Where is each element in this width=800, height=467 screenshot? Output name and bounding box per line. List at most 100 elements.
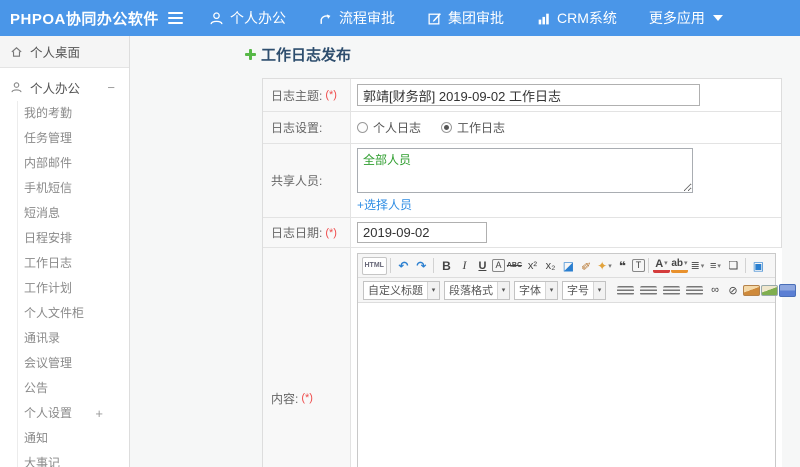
nav-item-more-apps[interactable]: 更多应用	[649, 8, 723, 28]
screenshot-icon[interactable]	[760, 284, 778, 296]
media-icon[interactable]	[778, 283, 796, 297]
sidebar-item-contacts[interactable]: 通讯录	[18, 326, 129, 351]
sidebar-item-task-management[interactable]: 任务管理	[18, 126, 129, 151]
log-date-input[interactable]	[357, 222, 487, 243]
editor-toolbar-row1: HTML ↶ ↷ B I U A ABC x² x₂ ◪ ✏ ✦ ▾ ❝ T A ▾ ab ▾ ≣ ▾ ≡ ▾ ❏ ▣	[358, 254, 775, 278]
nav-item-personal-office[interactable]: 个人办公	[209, 8, 286, 28]
app-window: PHPOA协同办公软件 个人办公 流程审批 集团审批 CRM系统 更多应用 个人…	[0, 0, 800, 467]
nav-item-group-approval[interactable]: 集团审批	[427, 8, 504, 28]
editor-canvas[interactable]	[358, 303, 775, 467]
custom-title-dropdown[interactable]: 自定义标题 ▾	[363, 280, 440, 300]
radio-circle-icon[interactable]	[441, 122, 453, 133]
caret-down-icon: ▾	[717, 262, 721, 270]
highlight-icon[interactable]: ab ▾	[670, 258, 688, 273]
editor-toolbar-row2: 自定义标题 ▾ 段落格式 ▾ 字体 ▾ 字号 ▾ ∞ ⊘	[358, 278, 800, 303]
share-members-textarea[interactable]: 全部人员	[357, 148, 693, 193]
format-brush-icon[interactable]: ✏	[574, 253, 599, 278]
workflow-icon	[318, 11, 333, 26]
caret-down-icon: ▾	[593, 281, 605, 299]
sidebar-item-personal-settings[interactable]: 个人设置 +	[18, 401, 129, 426]
user-icon	[209, 11, 224, 26]
radio-circle-icon[interactable]	[357, 122, 368, 133]
redo-icon[interactable]: ↷	[413, 257, 430, 275]
form-row-subject: 日志主题: (*)	[263, 79, 781, 112]
align-left-icon[interactable]	[617, 285, 634, 295]
sidebar-section-personal-office[interactable]: 个人办公 −	[0, 73, 129, 101]
form-row-log-setting: 日志设置: 个人日志 工作日志	[263, 112, 781, 144]
paragraph-format-dropdown[interactable]: 段落格式 ▾	[444, 280, 510, 300]
page-title: 工作日志发布	[244, 44, 351, 65]
sidebar-item-meeting-management[interactable]: 会议管理	[18, 351, 129, 376]
font-size-dropdown[interactable]: 字号 ▾	[562, 280, 606, 300]
align-justify-icon[interactable]	[686, 285, 703, 295]
caret-down-icon: ▾	[700, 262, 705, 270]
align-center-icon[interactable]	[640, 285, 657, 295]
subject-input[interactable]	[357, 84, 700, 106]
brand-logo: PHPOA协同办公软件	[10, 10, 159, 28]
required-mark: (*)	[301, 392, 313, 404]
caret-down-icon: ▾	[608, 262, 612, 270]
sidebar-item-announcement[interactable]: 公告	[18, 376, 129, 401]
blockquote-icon[interactable]: ❝	[614, 257, 631, 275]
top-nav-menu: 个人办公 流程审批 集团审批 CRM系统 更多应用	[209, 8, 723, 28]
user-icon	[10, 81, 23, 94]
caret-down-icon	[712, 15, 723, 21]
rich-text-editor: HTML ↶ ↷ B I U A ABC x² x₂ ◪ ✏ ✦ ▾ ❝ T A ▾ ab ▾ ≣ ▾ ≡ ▾ ❏ ▣ 自定义标题…	[357, 253, 800, 467]
sidebar-item-my-attendance[interactable]: 我的考勤	[18, 101, 129, 126]
sidebar-item-work-log[interactable]: 工作日志	[18, 251, 129, 276]
toolbar-separator	[745, 258, 747, 273]
home-icon	[10, 45, 23, 58]
link-icon[interactable]: ∞	[707, 281, 724, 299]
sidebar-item-personal-desktop[interactable]: 个人桌面	[0, 36, 129, 68]
caret-down-icon: ▾	[545, 281, 557, 299]
fullscreen-icon[interactable]: ▣	[750, 257, 767, 275]
unordered-list-icon[interactable]: ≡ ▾	[707, 257, 724, 275]
image-icon[interactable]	[742, 284, 760, 296]
radio-work-log[interactable]: 工作日志	[441, 119, 505, 136]
subject-label: 日志主题: (*)	[263, 79, 351, 111]
align-right-icon[interactable]	[663, 285, 680, 295]
select-members-link[interactable]: +选择人员	[357, 196, 412, 213]
superscript-icon[interactable]: x²	[524, 257, 541, 275]
undo-icon[interactable]: ↶	[395, 257, 412, 275]
unlink-icon[interactable]: ⊘	[725, 281, 742, 299]
hamburger-icon[interactable]	[168, 12, 183, 24]
nav-item-workflow-approval[interactable]: 流程审批	[318, 8, 395, 28]
italic-icon[interactable]: I	[456, 257, 473, 275]
nav-item-crm-system[interactable]: CRM系统	[536, 8, 617, 28]
font-border-icon[interactable]: A	[491, 259, 505, 272]
sidebar-item-short-message[interactable]: 短消息	[18, 201, 129, 226]
toolbar-separator	[648, 258, 650, 273]
required-mark: (*)	[325, 226, 337, 239]
bar-chart-icon	[536, 11, 551, 26]
table-icon[interactable]: ▦	[797, 281, 800, 299]
subscript-icon[interactable]: x₂	[542, 257, 559, 275]
sidebar-item-schedule[interactable]: 日程安排	[18, 226, 129, 251]
bold-icon[interactable]: B	[438, 257, 455, 275]
sidebar-item-mobile-sms[interactable]: 手机短信	[18, 176, 129, 201]
form-row-log-date: 日志日期: (*)	[263, 218, 781, 248]
new-page-icon[interactable]: ❏	[725, 257, 742, 275]
sidebar-item-internal-mail[interactable]: 内部邮件	[18, 151, 129, 176]
sidebar-item-notification[interactable]: 通知	[18, 426, 129, 451]
underline-icon[interactable]: U	[474, 257, 491, 275]
expand-plus-icon[interactable]: +	[95, 401, 103, 426]
sidebar-item-major-events[interactable]: 大事记	[18, 451, 129, 467]
plus-icon	[244, 48, 257, 61]
sidebar: 个人桌面 个人办公 − 我的考勤 任务管理 内部邮件 手机短信 短消息 日程安排…	[0, 36, 130, 467]
font-family-dropdown[interactable]: 字体 ▾	[514, 280, 558, 300]
sidebar-submenu: 我的考勤 任务管理 内部邮件 手机短信 短消息 日程安排 工作日志 工作计划 个…	[17, 101, 129, 467]
collapse-minus-icon[interactable]: −	[107, 80, 115, 95]
sidebar-item-work-plan[interactable]: 工作计划	[18, 276, 129, 301]
toolbar-separator	[433, 258, 435, 273]
paste-text-icon[interactable]: T	[631, 259, 645, 272]
radio-personal-log[interactable]: 个人日志	[357, 119, 421, 136]
ordered-list-icon[interactable]: ≣ ▾	[689, 257, 706, 275]
palette-icon[interactable]: ✦ ▾	[596, 257, 613, 275]
top-navbar: PHPOA协同办公软件 个人办公 流程审批 集团审批 CRM系统 更多应用	[0, 0, 800, 36]
font-color-icon[interactable]: A ▾	[652, 258, 670, 273]
html-source-button[interactable]: HTML	[361, 256, 387, 275]
required-mark: (*)	[325, 89, 337, 101]
strikethrough-icon[interactable]: ABC	[506, 257, 523, 275]
sidebar-item-personal-files[interactable]: 个人文件柜	[18, 301, 129, 326]
